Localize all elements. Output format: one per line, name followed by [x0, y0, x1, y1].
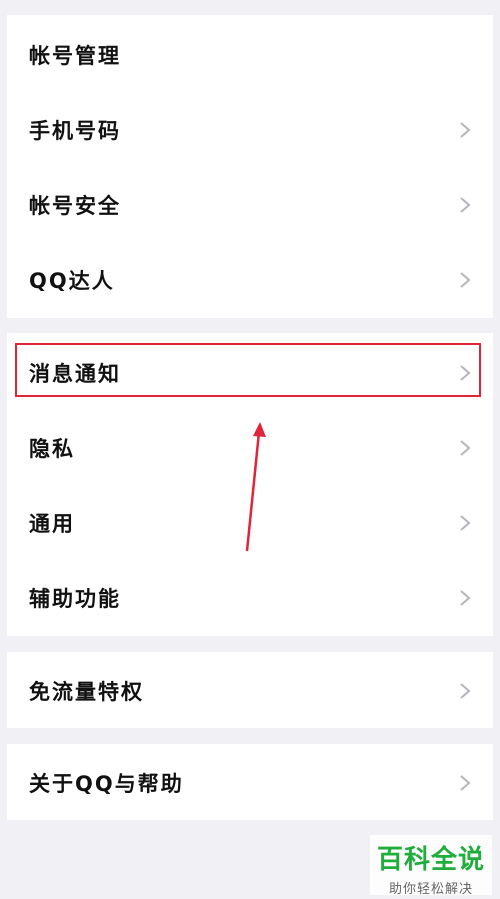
watermark: 百科全说 助你轻松解决 — [370, 835, 492, 897]
arrow-icon — [245, 422, 266, 552]
watermark-title: 百科全说 — [376, 845, 485, 875]
watermark-subtitle: 助你轻松解决 — [388, 882, 473, 897]
